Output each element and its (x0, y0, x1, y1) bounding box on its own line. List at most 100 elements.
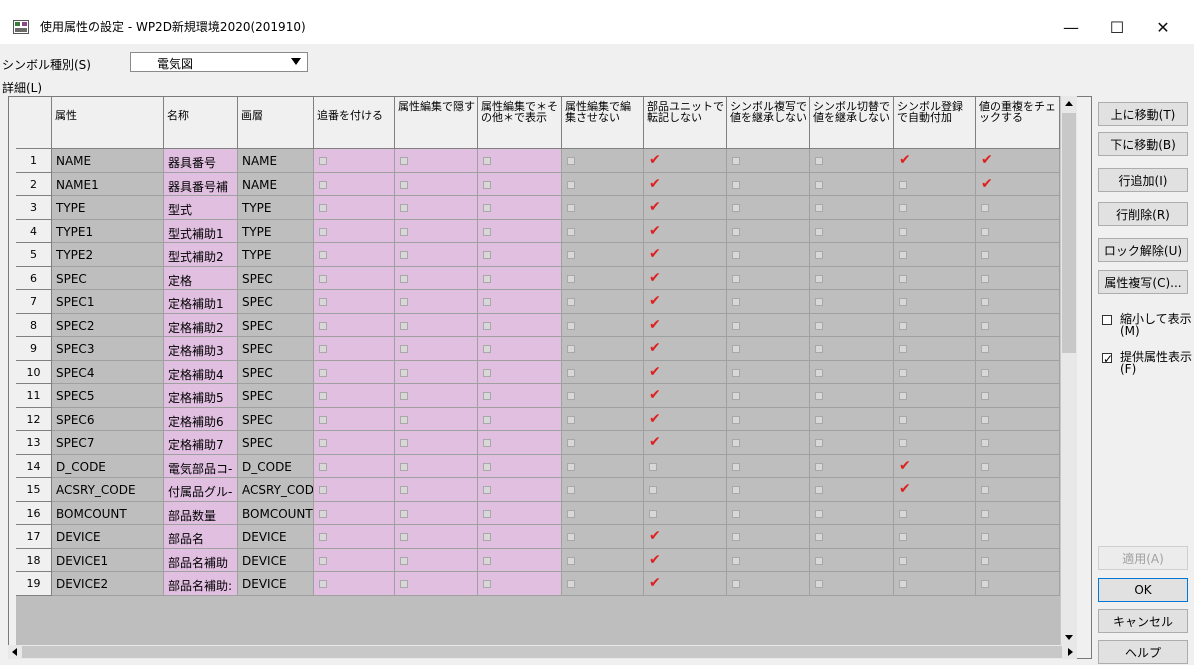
help-button[interactable]: ヘルプ (1098, 640, 1188, 664)
checkbox[interactable] (981, 486, 989, 494)
checkbox-cell[interactable] (314, 337, 395, 361)
checkbox[interactable] (981, 345, 989, 353)
checkbox-cell[interactable] (976, 360, 1060, 384)
checkbox[interactable] (483, 439, 491, 447)
checkbox-cell[interactable] (562, 384, 644, 408)
checkbox-cell[interactable] (395, 431, 478, 455)
checkbox[interactable] (899, 321, 907, 330)
checkbox[interactable] (815, 368, 823, 377)
maximize-button[interactable]: ☐ (1094, 10, 1140, 44)
checkbox[interactable] (567, 157, 575, 165)
checkbox-cell[interactable] (314, 243, 395, 267)
checkbox-cell[interactable] (478, 313, 562, 337)
checkbox-cell[interactable] (562, 266, 644, 290)
checkbox[interactable] (567, 486, 575, 494)
checkbox[interactable] (732, 251, 740, 259)
checkbox[interactable] (815, 180, 823, 189)
checkbox-cell[interactable] (562, 454, 644, 478)
checkbox[interactable] (400, 392, 408, 400)
checkbox-cell[interactable] (727, 360, 810, 384)
checkbox-cell[interactable] (395, 454, 478, 478)
checkbox-cell[interactable] (810, 219, 894, 243)
checkbox-cell[interactable] (478, 525, 562, 549)
checkbox-cell[interactable]: ✔ (644, 290, 727, 314)
apply-button[interactable]: 適用(A) (1098, 546, 1188, 570)
checkbox[interactable] (899, 274, 907, 283)
checkbox-cell[interactable] (810, 454, 894, 478)
checkbox[interactable] (483, 298, 491, 306)
table-cell-attr[interactable]: DEVICE2 (52, 572, 164, 596)
checkbox[interactable] (981, 439, 989, 447)
checkbox[interactable] (400, 415, 408, 424)
table-cell-layer[interactable]: NAME (238, 172, 314, 196)
checkbox[interactable] (981, 415, 989, 424)
checkbox-cell[interactable]: ✔ (644, 219, 727, 243)
table-cell-attr[interactable]: SPEC7 (52, 431, 164, 455)
checkbox-cell[interactable] (727, 337, 810, 361)
row-number[interactable]: 4 (16, 219, 52, 243)
checkbox[interactable] (567, 251, 575, 259)
table-cell-layer[interactable]: DEVICE (238, 572, 314, 596)
column-header[interactable]: 属性編集で編集させない (562, 96, 644, 149)
table-cell-attr[interactable]: BOMCOUNT (52, 501, 164, 525)
checkbox[interactable] (319, 368, 327, 377)
checkbox-cell[interactable] (810, 501, 894, 525)
checkbox[interactable] (319, 227, 327, 236)
row-number[interactable]: 8 (16, 313, 52, 337)
checkbox-cell[interactable]: ✔ (644, 407, 727, 431)
checkbox[interactable] (899, 509, 907, 518)
checkbox-cell[interactable] (314, 196, 395, 220)
checkbox[interactable] (319, 204, 327, 212)
checkbox-cell[interactable] (894, 172, 976, 196)
checkbox[interactable] (400, 462, 408, 471)
checkbox[interactable] (483, 580, 491, 588)
checkbox[interactable] (899, 415, 907, 424)
checkbox-cell[interactable]: ✔ (644, 337, 727, 361)
table-cell-layer[interactable]: D_CODE (238, 454, 314, 478)
checkbox-cell[interactable] (894, 266, 976, 290)
checkbox[interactable] (981, 462, 989, 471)
checkbox-cell[interactable] (314, 548, 395, 572)
checkbox-cell[interactable] (562, 243, 644, 267)
checkbox-cell[interactable] (478, 337, 562, 361)
checkbox-cell[interactable] (395, 290, 478, 314)
checkbox-cell[interactable] (976, 266, 1060, 290)
row-number[interactable]: 19 (16, 572, 52, 596)
checkbox-cell[interactable] (894, 501, 976, 525)
checkbox[interactable] (483, 274, 491, 283)
checkbox[interactable] (732, 580, 740, 588)
checkbox[interactable] (567, 509, 575, 518)
move-up-button[interactable]: 上に移動(T) (1098, 102, 1188, 126)
horizontal-scrollbar[interactable] (8, 645, 1077, 659)
checkbox-cell[interactable] (395, 525, 478, 549)
checkbox-cell[interactable] (810, 266, 894, 290)
table-cell-layer[interactable]: DEVICE (238, 525, 314, 549)
table-cell-name[interactable]: 部品数量 (164, 501, 238, 525)
checkbox-cell[interactable] (810, 431, 894, 455)
checkbox[interactable] (319, 556, 327, 565)
checkbox[interactable] (567, 580, 575, 588)
checkbox[interactable] (981, 580, 989, 588)
checkbox-cell[interactable] (478, 572, 562, 596)
checkbox-cell[interactable] (395, 478, 478, 502)
column-header[interactable]: 名称 (164, 96, 238, 149)
table-cell-layer[interactable]: DEVICE (238, 548, 314, 572)
checkbox[interactable] (319, 509, 327, 518)
row-number[interactable]: 11 (16, 384, 52, 408)
checkbox-cell[interactable] (562, 407, 644, 431)
checkbox[interactable] (567, 415, 575, 424)
checkbox-cell[interactable] (810, 525, 894, 549)
table-cell-attr[interactable]: ACSRY_CODE (52, 478, 164, 502)
checkbox[interactable] (815, 439, 823, 447)
checkbox[interactable] (899, 368, 907, 377)
checkbox[interactable] (815, 462, 823, 471)
checkbox-cell[interactable] (395, 196, 478, 220)
checkbox[interactable] (815, 251, 823, 259)
checkbox[interactable] (899, 533, 907, 541)
row-number[interactable]: 7 (16, 290, 52, 314)
checkbox-cell[interactable] (894, 337, 976, 361)
checkbox-cell[interactable] (478, 266, 562, 290)
checkbox[interactable] (400, 439, 408, 447)
checkbox-cell[interactable]: ✔ (644, 149, 727, 173)
checkbox-cell[interactable] (562, 431, 644, 455)
